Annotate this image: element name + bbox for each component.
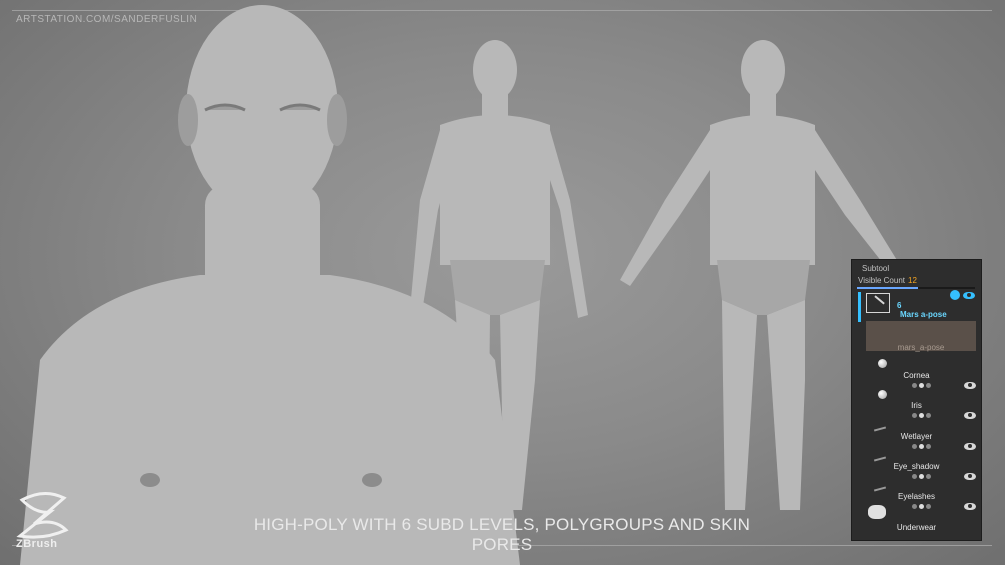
front-figure [410, 40, 588, 510]
gear-icon[interactable] [950, 290, 960, 300]
active-subtool-marker [858, 292, 861, 322]
visible-count-slider[interactable] [857, 287, 975, 289]
viewport: ARTSTATION.COM/SANDERFUSLIN HIGH-POLY WI… [0, 0, 1005, 565]
visible-count[interactable]: Visible Count 12 [858, 276, 917, 285]
subtool-panel: Subtool Visible Count 12 6 Mars a-pose ma… [851, 259, 982, 541]
subtool-row-toggles[interactable] [882, 473, 977, 481]
folder-icon[interactable] [866, 293, 890, 313]
curve-thumbnail-icon [873, 456, 887, 462]
zbrush-logo-text: ZBrush [16, 538, 58, 550]
sphere-thumbnail-icon [878, 359, 887, 368]
subtool-row-label: Wetlayer [900, 432, 933, 441]
subtool-row-label: Eye_shadow [893, 462, 940, 471]
cloth-thumbnail-icon [868, 505, 886, 519]
eye-icon[interactable] [964, 473, 976, 480]
subtool-row-toggles[interactable] [882, 443, 977, 451]
subtool-row-toggles[interactable] [882, 412, 977, 420]
subtool-row-label: Underwear [896, 523, 937, 532]
sphere-thumbnail-icon [878, 390, 887, 399]
curve-thumbnail-icon [873, 486, 887, 492]
subtool-title: Subtool [862, 264, 890, 273]
visible-count-value: 12 [908, 276, 917, 285]
subtool-row-selected-label: mars_a-pose [897, 343, 945, 352]
curve-thumbnail-icon [873, 426, 887, 432]
subtool-row-label: Iris [911, 401, 922, 410]
visible-count-label: Visible Count [858, 276, 905, 285]
eye-icon[interactable] [964, 443, 976, 450]
subtool-row-label: Eyelashes [898, 492, 935, 501]
eye-icon[interactable] [964, 503, 976, 510]
eye-icon[interactable] [963, 292, 975, 299]
eye-icon[interactable] [964, 412, 976, 419]
subtool-row-toggles[interactable] [882, 382, 977, 390]
subtool-row-label: Cornea [903, 371, 930, 380]
folder-name[interactable]: Mars a-pose [900, 310, 947, 319]
eye-icon[interactable] [964, 382, 976, 389]
folder-count: 6 [897, 301, 902, 310]
caption-text: HIGH-POLY WITH 6 SUBD LEVELS, POLYGROUPS… [253, 515, 751, 554]
subtool-row-toggles[interactable] [882, 503, 977, 511]
